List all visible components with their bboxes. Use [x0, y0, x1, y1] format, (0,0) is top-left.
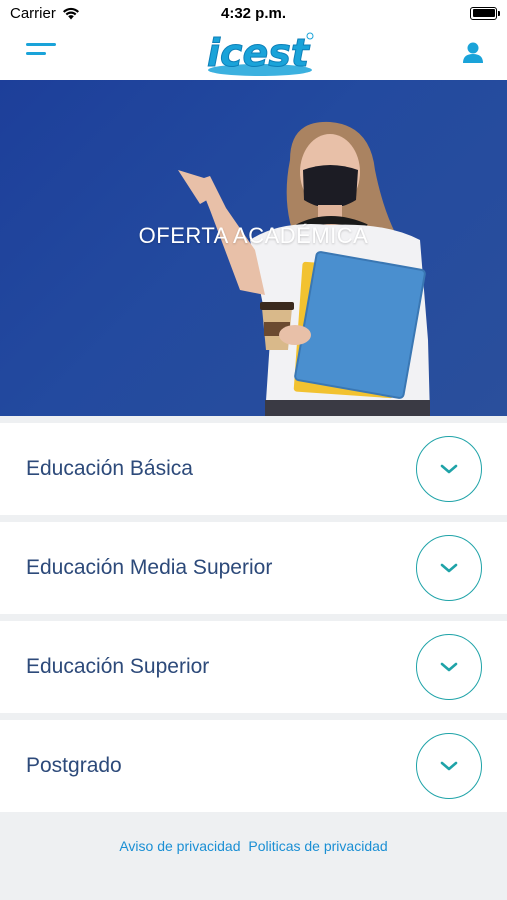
accordion-label: Educación Media Superior: [26, 556, 273, 579]
user-icon[interactable]: [460, 40, 486, 66]
footer-links: Aviso de privacidad Politicas de privaci…: [0, 838, 507, 854]
accordion-item-educacion-superior[interactable]: Educación Superior: [0, 621, 507, 713]
accordion-item-educacion-basica[interactable]: Educación Básica: [0, 423, 507, 515]
hero-banner: OFERTA ACADÉMICA: [0, 80, 507, 416]
privacy-notice-link[interactable]: Aviso de privacidad: [119, 838, 240, 854]
icest-logo: icest: [206, 31, 314, 76]
chevron-down-icon[interactable]: [416, 733, 482, 799]
chevron-down-icon[interactable]: [416, 535, 482, 601]
status-bar: Carrier 4:32 p.m.: [0, 0, 507, 26]
accordion-item-educacion-media-superior[interactable]: Educación Media Superior: [0, 522, 507, 614]
nav-bar: icest: [0, 26, 507, 80]
accordion-label: Educación Básica: [26, 457, 193, 480]
accordion-label: Postgrado: [26, 754, 122, 777]
accordion-item-postgrado[interactable]: Postgrado: [0, 720, 507, 812]
privacy-policies-link[interactable]: Politicas de privacidad: [248, 838, 387, 854]
footer: Aviso de privacidad Politicas de privaci…: [0, 812, 507, 900]
accordion-label: Educación Superior: [26, 655, 210, 678]
battery-icon: [470, 6, 500, 20]
student-photo: [178, 121, 430, 416]
hero-title: OFERTA ACADÉMICA: [138, 223, 369, 248]
svg-text:icest: icest: [207, 31, 311, 75]
hamburger-menu-icon[interactable]: [26, 43, 58, 63]
chevron-down-icon[interactable]: [416, 436, 482, 502]
chevron-down-icon[interactable]: [416, 634, 482, 700]
status-time: 4:32 p.m.: [220, 4, 287, 22]
